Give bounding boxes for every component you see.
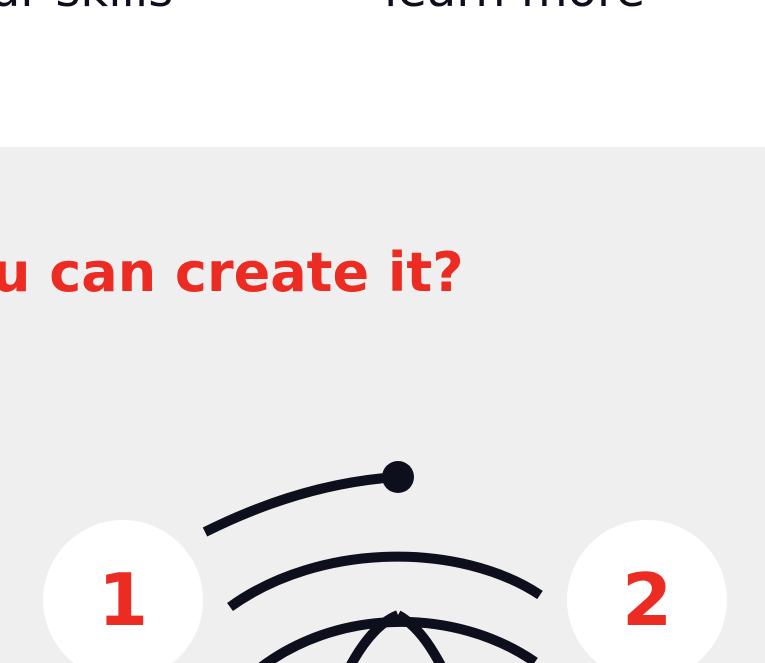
top-arc — [202, 472, 399, 537]
learn-more-link[interactable]: learn more — [384, 0, 645, 14]
middle-arc — [227, 551, 543, 612]
section-headline: u can create it? — [0, 241, 464, 304]
arc-endpoint-dot — [382, 461, 414, 493]
connection-arcs-illustration-icon — [202, 461, 543, 663]
top-left-text: ur skills — [0, 0, 173, 14]
top-band: ur skills learn more — [0, 0, 765, 147]
page: ur skills learn more u can create it? 1 … — [0, 0, 765, 663]
lower-arc — [258, 617, 538, 663]
step-1-badge: 1 — [43, 520, 203, 663]
create-section: u can create it? 1 2 — [0, 147, 765, 663]
step-2-badge: 2 — [567, 520, 727, 663]
